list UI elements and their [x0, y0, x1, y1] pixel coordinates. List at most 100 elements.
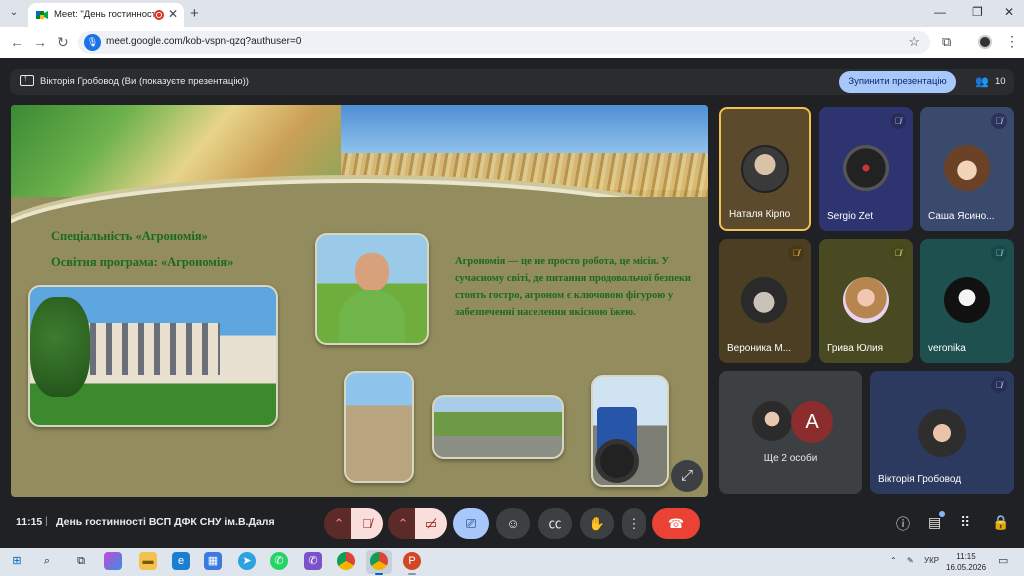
mic-off-icon: 🎙̸: [890, 113, 906, 129]
participant-tile[interactable]: 🎙̸ Вероника М...: [719, 239, 811, 363]
new-tab-button[interactable]: +: [190, 5, 199, 22]
keyboard-language[interactable]: УКР: [924, 556, 939, 565]
extensions-icon[interactable]: ⧉: [942, 34, 951, 50]
bookmark-star-icon[interactable]: ☆: [908, 34, 920, 50]
meeting-time: 11:15: [16, 516, 43, 528]
participant-name: Наталя Кірпо: [729, 209, 791, 220]
notifications-icon[interactable]: ▭: [998, 554, 1008, 567]
chrome-active-icon[interactable]: [370, 552, 388, 570]
activities-grid-icon[interactable]: ⠿: [960, 514, 970, 531]
tractor-photo: [591, 375, 669, 487]
chat-unread-badge: [939, 511, 945, 517]
audio-options-chevron-icon[interactable]: ⌃: [324, 508, 354, 539]
windows-taskbar: ⊞ ⌕ ⧉ ▬ e ▦ ➤ ✆ ✆ P ⌃ ✎ УКР 11:15 16.05.…: [0, 548, 1024, 576]
present-screen-button[interactable]: ⎚: [453, 508, 489, 539]
participant-avatar: [944, 145, 990, 191]
camera-off-button[interactable]: ▭̸: [415, 508, 447, 539]
participant-tile[interactable]: 🎙̸ Sergio Zet: [819, 107, 913, 231]
close-window-icon[interactable]: ✕: [1004, 5, 1014, 19]
restore-icon[interactable]: ❐: [972, 5, 983, 19]
profile-avatar[interactable]: [978, 35, 992, 49]
store-icon[interactable]: ▦: [204, 552, 222, 570]
taskbar-clock[interactable]: 11:15 16.05.2026: [946, 551, 986, 573]
chrome-icon[interactable]: [337, 552, 355, 570]
participant-tile[interactable]: 🎙̸ Саша Ясино...: [920, 107, 1014, 231]
task-view-icon[interactable]: ⧉: [72, 552, 90, 570]
google-meet-icon: [36, 11, 48, 19]
tab-search-chevron-icon[interactable]: ⌄: [6, 5, 22, 21]
running-app-indicator: [408, 573, 416, 575]
telegram-icon[interactable]: ➤: [238, 552, 256, 570]
participant-avatar: [741, 277, 787, 323]
chat-icon[interactable]: ▤: [928, 514, 941, 531]
mic-off-icon: 🎙̸: [890, 245, 906, 261]
presenter-label: Вікторія Гробовод (Ви (показуєте презент…: [40, 76, 249, 87]
presentation-status-bar: Вікторія Гробовод (Ви (показуєте презент…: [10, 69, 1014, 95]
more-participants-tile[interactable]: A Ще 2 особи: [719, 371, 862, 494]
edge-icon[interactable]: e: [172, 552, 190, 570]
self-participant-tile[interactable]: 🎙̸ Вікторія Гробовод: [870, 371, 1014, 494]
participants-count[interactable]: 10: [995, 76, 1006, 87]
more-options-icon[interactable]: ⋮: [622, 508, 646, 539]
captions-icon[interactable]: ㏄: [538, 508, 572, 539]
pen-icon[interactable]: ✎: [907, 556, 914, 565]
school-building-photo: [28, 285, 278, 427]
clock-date: 16.05.2026: [946, 563, 987, 572]
video-options-chevron-icon[interactable]: ⌃: [388, 508, 418, 539]
mic-off-icon: 🎙̸: [991, 245, 1007, 261]
meeting-separator: |: [45, 515, 48, 527]
host-controls-lock-icon[interactable]: 🔒: [992, 514, 1009, 531]
back-arrow-icon[interactable]: ←: [10, 34, 24, 50]
active-app-indicator: [375, 573, 383, 575]
forward-arrow-icon[interactable]: →: [33, 34, 47, 50]
clock-time: 11:15: [956, 552, 976, 561]
close-tab-icon[interactable]: ✕: [168, 7, 178, 21]
participant-tile[interactable]: 🎙̸ Грива Юлия: [819, 239, 913, 363]
browser-menu-icon[interactable]: ⋮: [1005, 33, 1019, 50]
powerpoint-icon[interactable]: P: [403, 552, 421, 570]
participant-avatar: [741, 145, 789, 193]
participant-avatar: [944, 277, 990, 323]
whatsapp-icon[interactable]: ✆: [270, 552, 288, 570]
participant-tile[interactable]: 🎙̸ veronika: [920, 239, 1014, 363]
raise-hand-icon[interactable]: ✋: [580, 508, 614, 539]
slide-program-heading: Освітня програма: «Агрономія»: [51, 255, 234, 269]
windows-start-icon[interactable]: ⊞: [8, 552, 26, 570]
participant-name: Грива Юлия: [827, 343, 884, 354]
tray-chevron-icon[interactable]: ⌃: [890, 556, 897, 565]
people-icon[interactable]: 👥: [975, 75, 989, 88]
browser-toolbar: ← → ↻ 🎙 meet.google.com/kob-vspn-qzq?aut…: [0, 27, 1024, 58]
leave-call-button[interactable]: ☎: [652, 508, 700, 539]
participant-letter-avatar: A: [791, 401, 833, 443]
viber-icon[interactable]: ✆: [304, 552, 322, 570]
meeting-info-icon[interactable]: ⓘ: [896, 514, 910, 534]
mic-off-icon: 🎙̸: [991, 377, 1007, 393]
address-bar[interactable]: 🎙 meet.google.com/kob-vspn-qzq?authuser=…: [78, 31, 930, 54]
file-explorer-icon[interactable]: ▬: [139, 552, 157, 570]
farmer-photo: [315, 233, 429, 345]
browser-tab-bar: ⌄ Meet: "День гостинності В ✕ + — ❐ ✕: [0, 0, 1024, 27]
field-work-photo: [344, 371, 414, 483]
participant-name: Вероника М...: [727, 343, 792, 354]
participant-tile[interactable]: Наталя Кірпо: [719, 107, 811, 231]
present-screen-icon: [20, 73, 34, 86]
reactions-emoji-icon[interactable]: ☺: [496, 508, 530, 539]
mic-off-icon: 🎙̸: [788, 245, 804, 261]
search-icon[interactable]: ⌕: [38, 552, 56, 570]
expand-icon[interactable]: ⤢: [671, 460, 703, 492]
participant-avatar: [843, 145, 889, 191]
mic-off-button[interactable]: 🎙̸: [351, 508, 383, 539]
site-mic-permission-icon[interactable]: 🎙: [84, 34, 101, 51]
mic-off-icon: 🎙̸: [991, 113, 1007, 129]
more-people-label: Ще 2 особи: [763, 453, 818, 464]
url-text: meet.google.com/kob-vspn-qzq?authuser=0: [106, 36, 302, 47]
participant-avatar: [752, 401, 792, 441]
reload-icon[interactable]: ↻: [57, 34, 69, 51]
participant-avatar: [918, 409, 966, 457]
browser-tab-meet[interactable]: Meet: "День гостинності В ✕: [28, 3, 184, 27]
copilot-icon[interactable]: [104, 552, 122, 570]
stop-presenting-button[interactable]: Зупинити презентацію: [839, 71, 956, 93]
minimize-icon[interactable]: —: [934, 5, 946, 19]
meeting-title: День гостинності ВСП ДФК СНУ ім.В.Даля: [56, 516, 275, 528]
participant-name: Саша Ясино...: [928, 211, 995, 222]
